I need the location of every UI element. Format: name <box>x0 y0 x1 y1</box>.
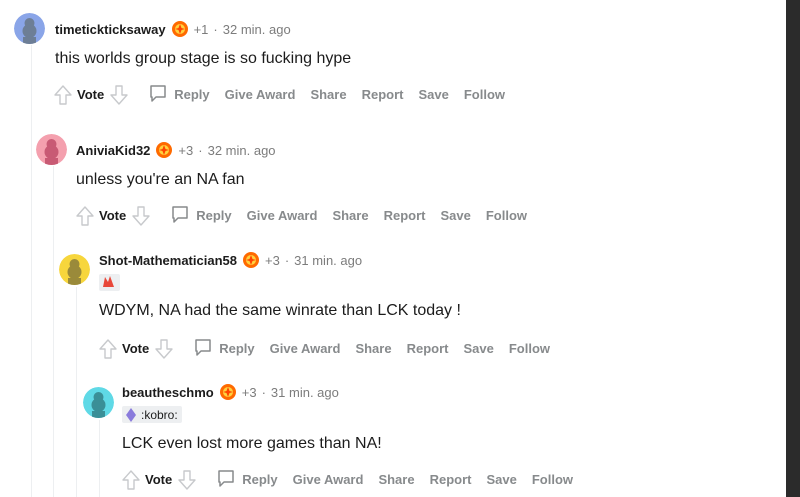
save-button[interactable]: Save <box>463 341 493 356</box>
user-flair[interactable] <box>99 274 120 291</box>
upvote-icon[interactable] <box>98 338 118 360</box>
award-icon[interactable] <box>155 141 173 159</box>
timestamp[interactable]: 32 min. ago <box>208 143 276 158</box>
report-button[interactable]: Report <box>407 341 449 356</box>
comment-body: LCK even lost more games than NA! <box>122 435 382 452</box>
share-button[interactable]: Share <box>310 87 346 102</box>
save-button[interactable]: Save <box>486 472 516 487</box>
share-button[interactable]: Share <box>378 472 414 487</box>
separator: · <box>284 252 290 268</box>
award-icon[interactable] <box>171 20 189 38</box>
thread-line[interactable] <box>76 287 77 497</box>
reply-label: Reply <box>196 208 232 223</box>
separator: · <box>198 142 203 158</box>
avatar[interactable] <box>36 134 67 165</box>
downvote-icon[interactable] <box>177 469 197 491</box>
window-edge <box>786 0 800 497</box>
comment-body: unless you're an NA fan <box>76 171 245 188</box>
avatar[interactable] <box>83 387 114 418</box>
upvote-icon[interactable] <box>53 84 73 106</box>
comment-bubble-icon <box>193 337 213 360</box>
separator: · <box>261 384 266 400</box>
comment-body: WDYM, NA had the same winrate than LCK t… <box>99 302 461 319</box>
comment-meta: timetickticksaway +1 · 32 min. ago <box>55 20 291 38</box>
avatar[interactable] <box>59 254 90 285</box>
award-count[interactable]: +3 <box>265 253 280 268</box>
reply-button[interactable]: Reply <box>148 83 210 106</box>
username[interactable]: timetickticksaway <box>55 22 166 37</box>
report-button[interactable]: Report <box>384 208 426 223</box>
comment-bubble-icon <box>170 204 190 227</box>
timestamp[interactable]: 31 min. ago <box>294 253 362 268</box>
timestamp[interactable]: 31 min. ago <box>271 385 339 400</box>
reply-button[interactable]: Reply <box>216 468 278 491</box>
reply-label: Reply <box>242 472 278 487</box>
vote-count: Vote <box>122 341 150 356</box>
downvote-icon[interactable] <box>131 205 151 227</box>
timestamp[interactable]: 32 min. ago <box>223 22 291 37</box>
follow-button[interactable]: Follow <box>486 208 527 223</box>
team-logo-icon <box>101 274 116 292</box>
follow-button[interactable]: Follow <box>509 341 550 356</box>
thread-line[interactable] <box>99 420 100 497</box>
share-button[interactable]: Share <box>355 341 391 356</box>
thread-line[interactable] <box>31 45 32 497</box>
save-button[interactable]: Save <box>440 208 470 223</box>
avatar[interactable] <box>14 13 45 44</box>
vote-count: Vote <box>145 472 173 487</box>
report-button[interactable]: Report <box>430 472 472 487</box>
award-count[interactable]: +3 <box>242 385 257 400</box>
give-award-button[interactable]: Give Award <box>225 87 296 102</box>
give-award-button[interactable]: Give Award <box>247 208 318 223</box>
follow-button[interactable]: Follow <box>464 87 505 102</box>
reply-button[interactable]: Reply <box>170 204 232 227</box>
give-award-button[interactable]: Give Award <box>293 472 364 487</box>
comment-bubble-icon <box>216 468 236 491</box>
flair-text: :kobro: <box>141 407 178 422</box>
vote-count: Vote <box>99 208 127 223</box>
action-bar: Vote Reply Give Award Share Report Save … <box>98 337 550 360</box>
follow-button[interactable]: Follow <box>532 472 573 487</box>
save-button[interactable]: Save <box>418 87 448 102</box>
reply-label: Reply <box>174 87 210 102</box>
reply-button[interactable]: Reply <box>193 337 255 360</box>
action-bar: Vote Reply Give Award Share Report Save … <box>53 83 505 106</box>
upvote-icon[interactable] <box>121 469 141 491</box>
username[interactable]: AniviaKid32 <box>76 143 150 158</box>
award-icon[interactable] <box>219 383 237 401</box>
report-button[interactable]: Report <box>362 87 404 102</box>
upvote-icon[interactable] <box>75 205 95 227</box>
comment-bubble-icon <box>148 83 168 106</box>
comment-body: this worlds group stage is so fucking hy… <box>55 50 352 67</box>
award-count[interactable]: +3 <box>178 143 193 158</box>
comment-meta: AniviaKid32 +3 · 32 min. ago <box>76 141 276 159</box>
comment-meta: Shot-Mathematician58 +3 · 31 min. ago <box>99 251 362 269</box>
vote-count: Vote <box>77 87 105 102</box>
give-award-button[interactable]: Give Award <box>270 341 341 356</box>
user-flair[interactable]: :kobro: <box>122 406 182 423</box>
award-count[interactable]: +1 <box>194 22 209 37</box>
separator: · <box>213 21 218 37</box>
share-button[interactable]: Share <box>332 208 368 223</box>
downvote-icon[interactable] <box>109 84 129 106</box>
reply-label: Reply <box>219 341 255 356</box>
action-bar: Vote Reply Give Award Share Report Save … <box>121 468 573 491</box>
award-icon[interactable] <box>242 251 260 269</box>
username[interactable]: beautheschmo <box>122 385 214 400</box>
comment-meta: beautheschmo +3 · 31 min. ago <box>122 383 339 401</box>
username[interactable]: Shot-Mathematician58 <box>99 253 237 268</box>
action-bar: Vote Reply Give Award Share Report Save … <box>75 204 527 227</box>
crystal-icon <box>126 407 136 422</box>
downvote-icon[interactable] <box>154 338 174 360</box>
thread-line[interactable] <box>53 166 54 497</box>
